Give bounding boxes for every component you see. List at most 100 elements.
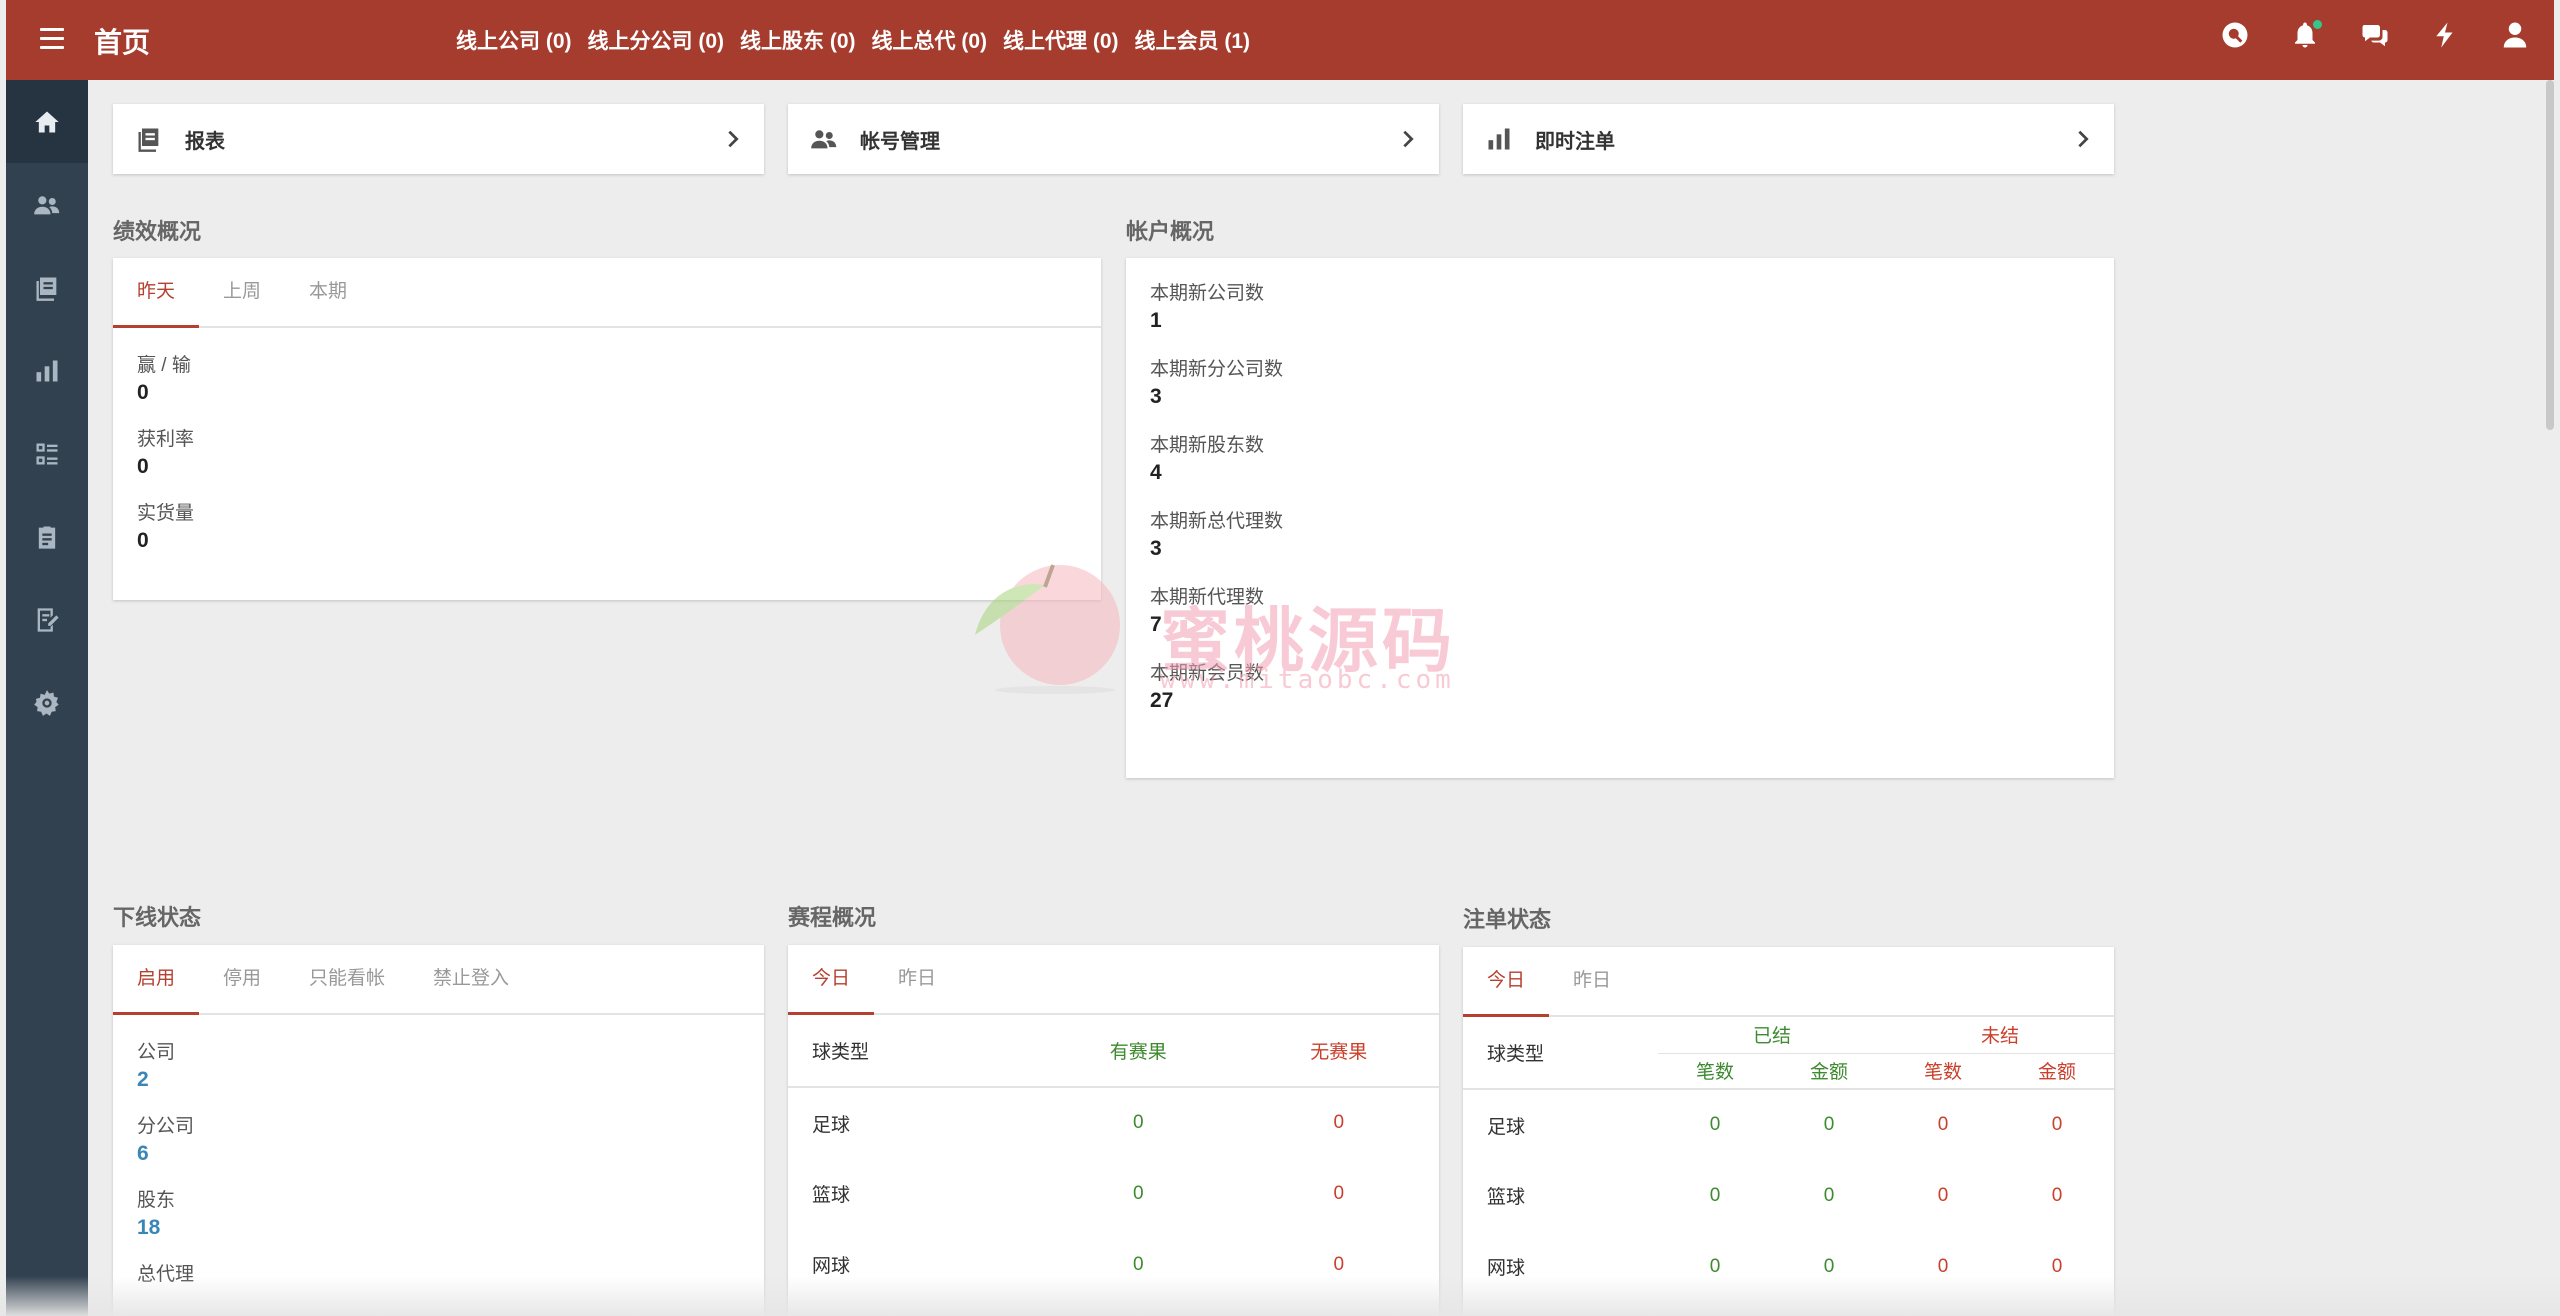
bell-icon[interactable] (2290, 20, 2324, 54)
schedule-title: 赛程概况 (788, 905, 877, 930)
live-bets-nav-card[interactable]: 即时注单 (1463, 104, 2114, 174)
column-header: 笔数 (1658, 1053, 1772, 1090)
branch-companies-count-stat: 分公司 6 (137, 1115, 764, 1169)
new-branch-companies-stat: 本期新分公司数 3 (1150, 358, 2114, 412)
table-row: 网球 0 0 0 0 (1463, 1231, 2114, 1302)
performance-card: 昨天 上周 本期 赢 / 输 0 获利率 0 实货量 0 (113, 258, 1101, 600)
performance-title: 绩效概况 (113, 219, 202, 244)
bets-title: 注单状态 (1463, 907, 1552, 932)
stat-value[interactable]: 6 (137, 1139, 764, 1169)
stat-value: 0 (137, 455, 149, 478)
tab-this-period[interactable]: 本期 (285, 258, 371, 326)
sidebar-item-accounts[interactable] (6, 163, 88, 246)
settled-amount: 0 (1823, 1184, 1835, 1206)
online-branch-companies-link[interactable]: 线上分公司 (0) (588, 25, 725, 55)
sport-name: 网球 (812, 1256, 851, 1277)
tab-last-week[interactable]: 上周 (199, 258, 285, 326)
top-bar: 首页 线上公司 (0) 线上分公司 (0) 线上股东 (0) 线上总代 (0) … (6, 0, 2554, 80)
stat-label: 公司 (137, 1042, 176, 1063)
tab-login-banned[interactable]: 禁止登入 (409, 945, 533, 1013)
settled-count: 0 (1709, 1255, 1721, 1277)
online-general-agents-link[interactable]: 线上总代 (0) (872, 25, 988, 55)
without-result-count: 0 (1333, 1253, 1345, 1275)
stat-value: 4 (1150, 461, 1162, 484)
user-icon[interactable] (2500, 20, 2534, 54)
sport-name: 篮球 (1487, 1187, 1526, 1208)
accounts-card: 本期新公司数 1 本期新分公司数 3 本期新股东数 4 本期新总代理数 3 本期… (1126, 258, 2114, 778)
notification-dot (2313, 20, 2322, 29)
new-agents-stat: 本期新代理数 7 (1150, 586, 2114, 640)
tab-yesterday[interactable]: 昨日 (874, 945, 960, 1013)
tab-yesterday[interactable]: 昨日 (1549, 947, 1635, 1015)
lightning-icon[interactable] (2430, 20, 2464, 54)
column-header: 金额 (2000, 1053, 2114, 1090)
stat-label: 获利率 (137, 429, 195, 450)
tab-yesterday[interactable]: 昨天 (113, 258, 200, 328)
column-header: 金额 (1772, 1053, 1886, 1090)
new-shareholders-stat: 本期新股东数 4 (1150, 434, 2114, 488)
sidebar-item-settings[interactable] (6, 661, 88, 744)
stat-value[interactable]: 18 (137, 1213, 764, 1243)
online-members-link[interactable]: 线上会员 (1) (1135, 25, 1251, 55)
schedule-tabs: 今日 昨日 (788, 945, 1439, 1015)
home-icon (35, 111, 59, 132)
without-result-count: 0 (1333, 1112, 1345, 1133)
stat-label: 本期新股东数 (1150, 435, 1265, 456)
sport-name: 足球 (812, 1114, 851, 1136)
stat-label: 本期新会员数 (1150, 663, 1265, 684)
unsettled-count: 0 (1937, 1255, 1949, 1277)
unsettled-group-header: 未结 (1886, 1017, 2114, 1054)
chat-icon[interactable] (2360, 20, 2394, 54)
downline-tabs: 启用 停用 只能看帐 禁止登入 (113, 945, 764, 1015)
tab-view-only[interactable]: 只能看帐 (285, 945, 409, 1013)
actual-volume-stat: 实货量 0 (137, 502, 1101, 556)
companies-count-stat: 公司 2 (137, 1041, 764, 1095)
sidebar-item-list[interactable] (6, 412, 88, 495)
sidebar-item-reports[interactable] (6, 246, 88, 329)
without-result-count: 0 (1333, 1182, 1345, 1204)
stat-label: 本期新分公司数 (1150, 359, 1284, 380)
page-scrollbar[interactable] (2546, 80, 2554, 430)
sport-name: 足球 (1487, 1116, 1526, 1138)
column-header: 无赛果 (1238, 1015, 1439, 1088)
stat-value[interactable]: 2 (137, 1065, 764, 1095)
stat-value: 27 (1150, 689, 1174, 712)
stat-value: 3 (1150, 385, 1162, 408)
column-header: 有赛果 (1038, 1015, 1239, 1088)
table-row: 网球 0 0 (788, 1229, 1439, 1300)
search-icon[interactable] (2220, 20, 2254, 54)
reports-nav-card[interactable]: 报表 (113, 104, 764, 174)
users-icon (34, 195, 60, 214)
sidebar-item-edit[interactable] (6, 578, 88, 661)
hamburger-menu-icon[interactable] (38, 22, 70, 56)
account-management-nav-card[interactable]: 帐号管理 (788, 104, 1439, 174)
online-shareholders-link[interactable]: 线上股东 (0) (740, 25, 856, 55)
profit-rate-stat: 获利率 0 (137, 428, 1101, 482)
table-row: 足球 0 0 0 0 (1463, 1089, 2114, 1160)
settings-icon (34, 689, 59, 716)
tab-enabled[interactable]: 启用 (113, 945, 200, 1015)
tab-today[interactable]: 今日 (788, 945, 875, 1015)
report-icon (36, 277, 57, 301)
shareholders-count-stat: 股东 18 (137, 1189, 764, 1243)
sidebar-item-home[interactable] (6, 80, 88, 163)
sidebar-item-charts[interactable] (6, 329, 88, 412)
users-icon (811, 130, 837, 149)
tab-disabled[interactable]: 停用 (199, 945, 285, 1013)
online-agents-link[interactable]: 线上代理 (0) (1003, 25, 1119, 55)
page-title: 首页 (94, 27, 151, 58)
live-bets-nav-label: 即时注单 (1535, 130, 1615, 153)
stat-value: 1 (1150, 309, 1162, 332)
sidebar-item-clipboard[interactable] (6, 495, 88, 578)
column-header: 球类型 (788, 1015, 1038, 1088)
unsettled-amount: 0 (2051, 1255, 2063, 1277)
general-agents-count-stat: 总代理 (137, 1263, 764, 1287)
stat-label: 股东 (137, 1190, 176, 1211)
unsettled-count: 0 (1937, 1114, 1949, 1135)
tab-today[interactable]: 今日 (1463, 947, 1550, 1017)
sport-name: 篮球 (812, 1185, 851, 1206)
performance-tabs: 昨天 上周 本期 (113, 258, 1101, 328)
settled-count: 0 (1709, 1114, 1721, 1135)
online-companies-link[interactable]: 线上公司 (0) (456, 25, 572, 55)
unsettled-amount: 0 (2051, 1114, 2063, 1135)
